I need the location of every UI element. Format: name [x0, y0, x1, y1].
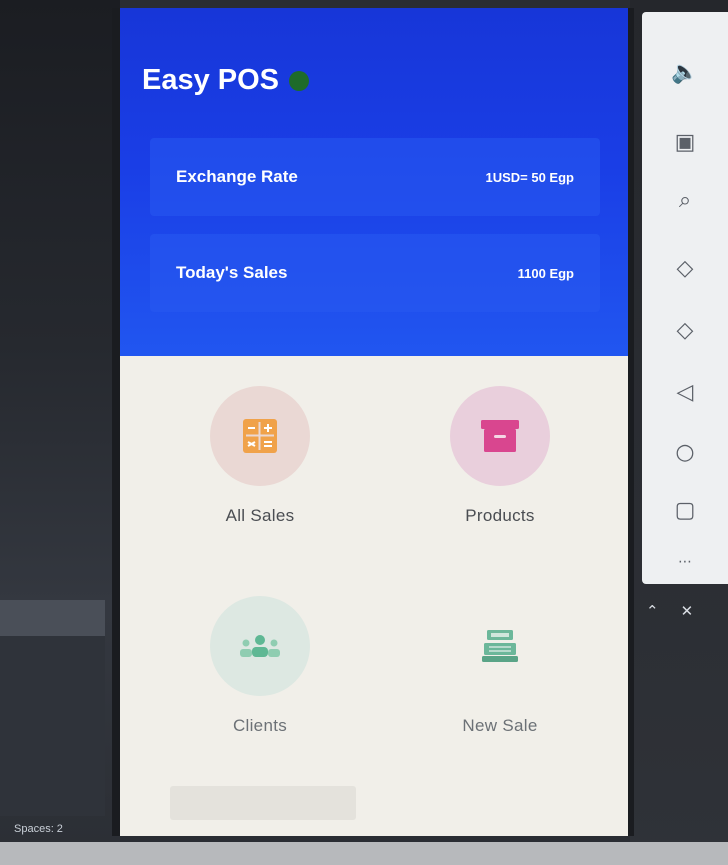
rotate-right-icon[interactable]: ◇: [642, 310, 728, 350]
app-title-row: Easy POS: [142, 64, 310, 97]
new-sale-button[interactable]: New Sale: [400, 596, 600, 756]
camera-icon[interactable]: ▣: [642, 122, 728, 162]
products-icon-circle: [450, 386, 550, 486]
archive-box-icon: [481, 420, 519, 452]
clients-label: Clients: [232, 716, 288, 735]
online-status-dot: [289, 70, 310, 91]
products-label: Products: [465, 506, 535, 525]
desktop-left-pane: [0, 0, 120, 865]
home-icon[interactable]: ○: [642, 432, 728, 472]
calculator-icon: [243, 419, 277, 453]
cash-register-icon: [482, 630, 518, 662]
clients-icon-circle: [210, 596, 310, 696]
editor-terminal-area: [0, 636, 105, 816]
emulator-window-controls: ⌃ ✕: [640, 602, 720, 626]
phone-screen: Easy POS Exchange Rate 1USD= 50 Egp Toda…: [112, 8, 634, 836]
bottom-panel-placeholder: [170, 786, 356, 820]
todays-sales-card[interactable]: Today's Sales 1100 Egp: [150, 234, 600, 312]
app-header: Easy POS Exchange Rate 1USD= 50 Egp Toda…: [120, 8, 628, 356]
emulator-toolbar: 🔈 ▣ ⌕ ◇ ◇ ◁ ○ ▢ ⋯: [642, 12, 728, 584]
all-sales-label: All Sales: [225, 506, 295, 525]
users-icon: [240, 635, 280, 657]
chevron-up-icon[interactable]: ⌃: [646, 602, 659, 626]
all-sales-button[interactable]: All Sales: [160, 386, 360, 546]
editor-panel-strip: [0, 600, 105, 636]
taskbar: [0, 842, 728, 865]
exchange-rate-value: 1USD= 50 Egp: [485, 169, 574, 185]
todays-sales-label: Today's Sales: [176, 263, 288, 282]
all-sales-icon-circle: [210, 386, 310, 486]
todays-sales-value: 1100 Egp: [517, 265, 574, 281]
editor-indentation-status[interactable]: Spaces: 2: [14, 823, 63, 835]
overview-icon[interactable]: ▢: [642, 490, 728, 530]
zoom-icon[interactable]: ⌕: [642, 180, 728, 220]
exchange-rate-label: Exchange Rate: [176, 167, 298, 186]
rotate-left-icon[interactable]: ◇: [642, 248, 728, 288]
main-menu: All Sales Products Clients New Sale: [120, 356, 628, 836]
new-sale-label: New Sale: [462, 716, 538, 735]
clients-button[interactable]: Clients: [160, 596, 360, 756]
more-icon[interactable]: ⋯: [642, 542, 728, 582]
products-button[interactable]: Products: [400, 386, 600, 546]
app-title: Easy POS: [142, 64, 280, 96]
exchange-rate-card[interactable]: Exchange Rate 1USD= 50 Egp: [150, 138, 600, 216]
volume-icon[interactable]: 🔈: [642, 52, 728, 92]
close-icon[interactable]: ✕: [681, 602, 694, 626]
back-icon[interactable]: ◁: [642, 372, 728, 412]
new-sale-icon-circle: [450, 596, 550, 696]
